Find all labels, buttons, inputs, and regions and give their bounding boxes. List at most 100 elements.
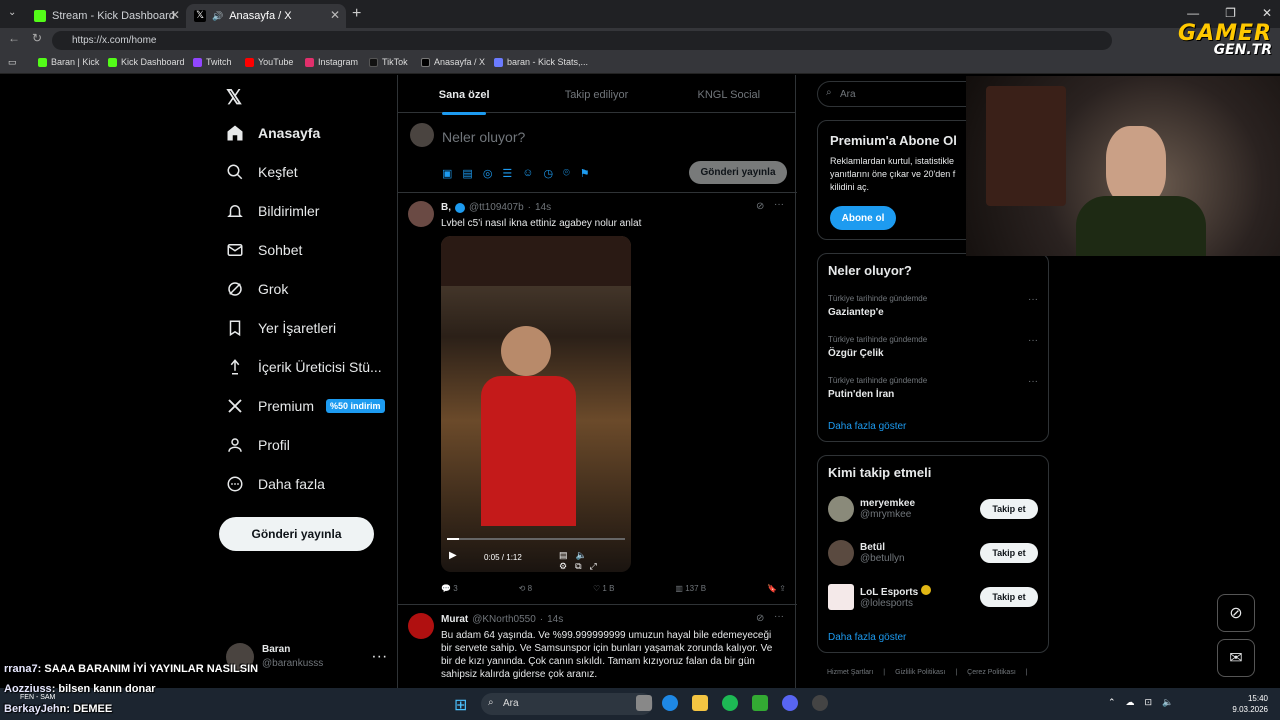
tweet[interactable]: B, @tt109407b · 14s ⊘ ··· Lvbel c5'i nas… (398, 193, 797, 605)
video-progress-track[interactable] (447, 538, 625, 540)
trend-item[interactable]: Türkiye tarihinde gündemde Gaziantep'e (828, 294, 927, 318)
more-icon[interactable]: ··· (371, 648, 387, 666)
footer-link[interactable]: Hizmet Şartları (827, 669, 873, 676)
views-button[interactable]: ▥ 137 B (675, 584, 706, 593)
reload-icon[interactable]: ↻ (32, 31, 42, 45)
more-icon[interactable]: ··· (1028, 335, 1038, 346)
bookmark-baran-kick[interactable]: Baran | Kick (38, 57, 99, 67)
system-tray-icons[interactable]: ⌃☁⊡🔈 (1108, 697, 1183, 708)
tab-list-icon[interactable]: ⌄ (8, 7, 16, 18)
maximize-icon[interactable]: ❐ (1225, 6, 1236, 20)
share-actions[interactable]: 🔖 ⇪ (767, 584, 786, 593)
bookmark-tiktok[interactable]: TikTok (369, 57, 408, 67)
footer-link[interactable]: Gizlilik Politikası (895, 669, 945, 676)
show-more-follow-link[interactable]: Daha fazla göster (828, 632, 906, 643)
avatar[interactable] (408, 613, 434, 639)
tweet-handle[interactable]: @KNorth0550 (472, 614, 536, 625)
nav-home[interactable]: Anasayfa (226, 124, 320, 142)
nav-grok[interactable]: Grok (226, 280, 288, 298)
tweet-author[interactable]: B, (441, 202, 451, 213)
nav-explore[interactable]: Keşfet (226, 163, 298, 181)
follow-button[interactable]: Takip et (980, 543, 1038, 563)
close-window-icon[interactable]: ✕ (1262, 6, 1272, 20)
tab-for-you[interactable]: Sana özel (398, 75, 530, 115)
grok-icon[interactable]: ◎ (483, 167, 493, 180)
tab-kngl-social[interactable]: KNGL Social (663, 75, 795, 112)
bookmark-kick-dashboard[interactable]: Kick Dashboard (108, 57, 185, 67)
x-logo-icon[interactable]: 𝕏 (226, 85, 242, 110)
image-icon[interactable]: ▣ (442, 167, 452, 180)
follow-button[interactable]: Takip et (980, 499, 1038, 519)
tab-x-home[interactable]: 𝕏 🔊 Anasayfa / X ✕ (186, 4, 346, 28)
like-button[interactable]: ♡ 1 B (593, 584, 614, 593)
nav-bookmarks[interactable]: Yer İşaretleri (226, 319, 336, 337)
avatar[interactable] (408, 201, 434, 227)
subscribe-button[interactable]: Abone ol (830, 206, 896, 230)
more-icon[interactable]: ··· (1028, 376, 1038, 387)
messages-floating-button[interactable]: ✉ (1217, 639, 1255, 677)
task-view-icon[interactable] (636, 695, 652, 711)
tab-kick-dashboard[interactable]: Stream - Kick Dashboard ✕ (26, 4, 186, 28)
nav-premium[interactable]: Premium %50 indirim (226, 397, 385, 415)
publish-button[interactable]: Gönderi yayınla (689, 161, 787, 184)
nav-profile[interactable]: Profil (226, 436, 290, 454)
bookmark-kick-stats[interactable]: baran - Kick Stats,... (494, 57, 588, 67)
nav-creator-studio[interactable]: İçerik Üreticisi Stü... (226, 358, 382, 376)
gif-icon[interactable]: ▤ (462, 167, 472, 180)
spotify-icon[interactable] (722, 695, 738, 711)
bookmark-x[interactable]: Anasayfa / X (421, 57, 485, 67)
nav-notifications[interactable]: Bildirimler (226, 202, 319, 220)
clock[interactable]: 15:40 9.03.2026 (1232, 693, 1268, 715)
more-icon[interactable]: ··· (1028, 294, 1038, 305)
follow-suggestion[interactable]: meryemkee @mrymkee (828, 496, 915, 522)
post-button[interactable]: Gönderi yayınla (219, 517, 374, 551)
retweet-button[interactable]: ⟲ 8 (519, 584, 532, 593)
close-tab-icon[interactable]: ✕ (330, 8, 340, 22)
location-icon[interactable]: ⌾ (563, 167, 570, 180)
poll-icon[interactable]: ☰ (502, 167, 512, 180)
tweet-time[interactable]: 14s (547, 614, 563, 625)
taskbar-search[interactable]: ⌕ Ara (481, 693, 653, 715)
tweet[interactable]: Murat @KNorth0550 · 14s ⊘ ··· Bu adam 64… (398, 605, 797, 688)
windows-start-icon[interactable]: ⊞ (454, 695, 467, 715)
tweet-handle[interactable]: @tt109407b (469, 202, 524, 213)
play-icon[interactable]: ▶ (449, 550, 457, 561)
reply-button[interactable]: 💬 3 (441, 584, 458, 593)
close-tab-icon[interactable]: ✕ (170, 8, 180, 22)
follow-suggestion[interactable]: Betül @betullyn (828, 540, 905, 566)
new-tab-button[interactable]: + (352, 5, 361, 23)
composer-input[interactable]: Neler oluyor? (442, 129, 525, 145)
minimize-icon[interactable]: — (1187, 6, 1199, 20)
follow-button[interactable]: Takip et (980, 587, 1038, 607)
more-icon[interactable]: ··· (774, 199, 784, 210)
follow-suggestion[interactable]: LoL Esports @lolesports (828, 584, 931, 610)
bookmark-instagram[interactable]: Instagram (305, 57, 358, 67)
video-controls-icons[interactable]: ▤🔈⚙⧉⤢ (559, 550, 631, 572)
obs-icon[interactable] (812, 695, 828, 711)
grok-floating-button[interactable]: ⊘ (1217, 594, 1255, 632)
url-input[interactable]: https://x.com/home (52, 31, 1112, 50)
show-more-trends-link[interactable]: Daha fazla göster (828, 421, 906, 432)
tweet-author[interactable]: Murat (441, 614, 468, 625)
tweet-video[interactable]: ▶ 0:05 / 1:12 ▤🔈⚙⧉⤢ (441, 236, 631, 572)
footer-link[interactable]: Çerez Politikası (967, 669, 1016, 676)
grok-icon[interactable]: ⊘ (756, 201, 764, 212)
discord-icon[interactable] (782, 695, 798, 711)
emoji-icon[interactable]: ☺ (522, 167, 533, 180)
grok-icon[interactable]: ⊘ (756, 613, 764, 624)
bookmark-youtube[interactable]: YouTube (245, 57, 293, 67)
flag-icon[interactable]: ⚑ (580, 167, 590, 180)
tweet-time[interactable]: 14s (535, 202, 551, 213)
file-explorer-icon[interactable] (692, 695, 708, 711)
schedule-icon[interactable]: ◷ (544, 167, 554, 180)
bookmark-twitch[interactable]: Twitch (193, 57, 232, 67)
app-icon[interactable] (752, 695, 768, 711)
apps-icon[interactable]: ▭ (8, 57, 17, 68)
edge-icon[interactable] (662, 695, 678, 711)
tab-following[interactable]: Takip ediliyor (530, 75, 662, 112)
nav-messages[interactable]: Sohbet (226, 241, 302, 259)
trend-item[interactable]: Türkiye tarihinde gündemde Putin'den İran (828, 376, 927, 400)
nav-more[interactable]: Daha fazla (226, 475, 325, 493)
back-icon[interactable]: ← (8, 31, 20, 45)
trend-item[interactable]: Türkiye tarihinde gündemde Özgür Çelik (828, 335, 927, 359)
